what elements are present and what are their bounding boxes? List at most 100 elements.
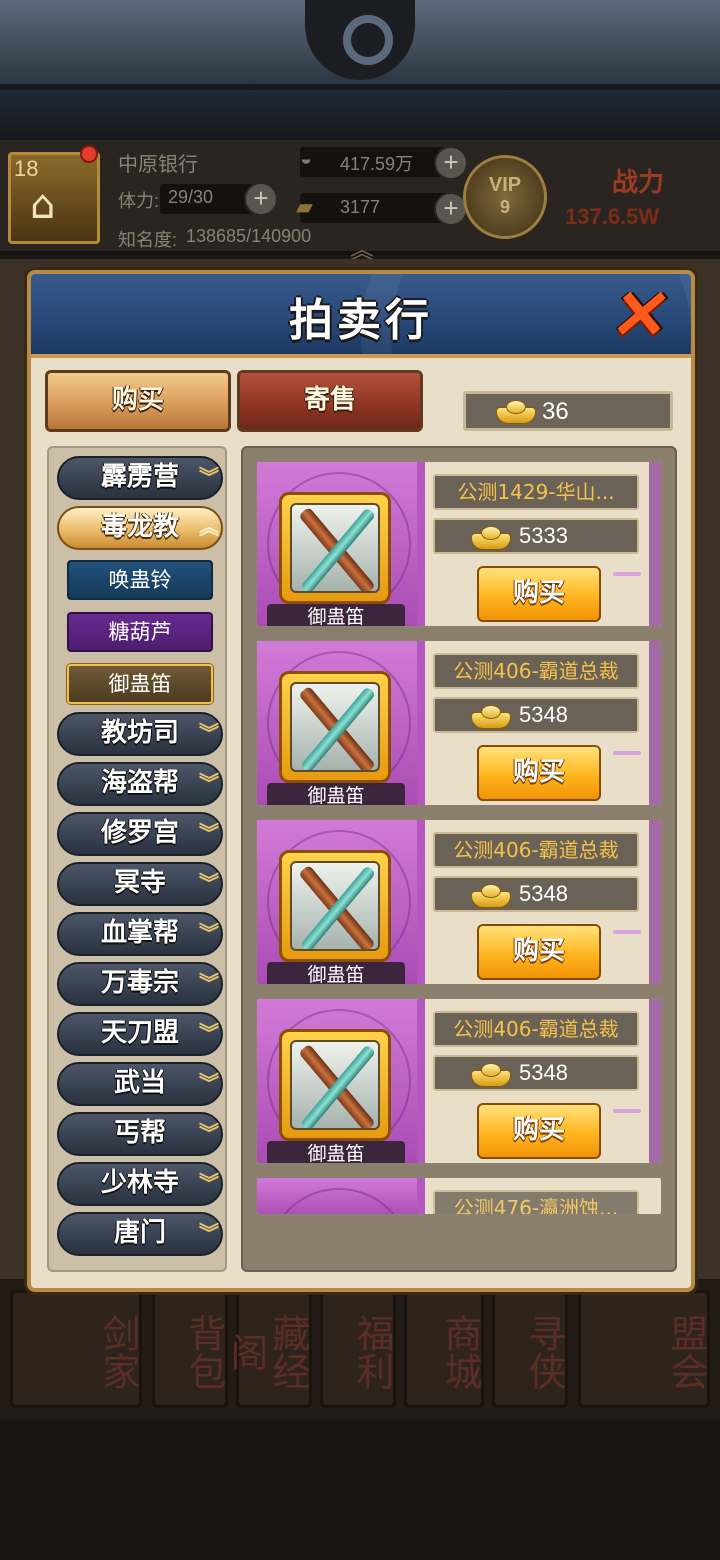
seller-name: 公测406-霸道总裁	[433, 653, 639, 689]
item-name: 御蛊笛	[267, 783, 405, 805]
chevron-down-icon: ︾	[199, 465, 219, 489]
add-silver-button[interactable]: +	[434, 146, 468, 180]
stamina-label: 体力:	[118, 191, 160, 211]
tab-sell[interactable]: 寄售	[237, 370, 423, 432]
item-name: 御蛊笛	[267, 604, 405, 626]
subcategory-item[interactable]: 唤蛊铃	[67, 560, 213, 600]
category-label: 海盗帮	[100, 768, 179, 798]
item-icon-frame[interactable]	[279, 671, 391, 783]
chevron-down-icon: ︾	[199, 1171, 219, 1195]
chevron-down-icon: ︾	[199, 1121, 219, 1145]
chevron-down-icon: ︾	[199, 1071, 219, 1095]
category-item[interactable]: 冥寺 ︾	[57, 862, 223, 906]
buy-button[interactable]: 购买	[477, 745, 601, 801]
flute-icon	[290, 682, 380, 772]
price-value: 5348	[519, 702, 568, 727]
item-art: 御蛊笛	[257, 820, 417, 984]
item-icon-frame[interactable]	[279, 850, 391, 962]
fame-label: 知名度:	[118, 230, 178, 250]
gold-balance: 36	[463, 391, 673, 431]
item-art: 御蛊笛	[257, 999, 417, 1163]
dialog-header: 拍卖行 ✕	[31, 274, 691, 358]
category-item[interactable]: 修罗宫 ︾	[57, 812, 223, 856]
chevron-up-icon: ︽	[199, 515, 219, 539]
price-value: 5333	[519, 523, 568, 548]
category-sidebar[interactable]: 霹雳营 ︾ 毒龙教 ︽ 唤蛊铃 糖葫芦 御蛊笛 教坊司 ︾ 海盗帮 ︾ 修罗宫 …	[47, 446, 227, 1272]
listing-card: 御蛊笛 公测406-霸道总裁 5348 购买	[255, 639, 663, 807]
combat-power-label: 战力	[612, 168, 665, 198]
gold-ingot-icon	[471, 884, 511, 908]
price-box: 5333	[433, 518, 639, 554]
gold-amount: 3177	[340, 197, 381, 217]
house-icon: ⌂	[30, 182, 56, 228]
flute-icon	[290, 503, 380, 593]
vip-label: VIP	[488, 174, 522, 196]
category-label: 毒龙教	[100, 512, 179, 542]
nav-shop[interactable]: 商城	[404, 1290, 484, 1408]
listing-card: 御蛊笛 公测406-霸道总裁 5348 购买	[255, 818, 663, 986]
category-item[interactable]: 唐门 ︾	[57, 1212, 223, 1256]
combat-power-value: 137.6.5W	[565, 204, 660, 229]
category-label: 唐门	[113, 1218, 166, 1248]
buy-button[interactable]: 购买	[477, 924, 601, 980]
tab-buy[interactable]: 购买	[45, 370, 231, 432]
listing-card: 御蛊笛 公测406-霸道总裁 5348 购买	[255, 997, 663, 1165]
category-label: 丐帮	[113, 1118, 166, 1148]
gold-ingot-icon	[496, 400, 536, 424]
chevron-down-icon: ︾	[199, 771, 219, 795]
price-box: 5348	[433, 697, 639, 733]
category-item[interactable]: 血掌帮 ︾	[57, 912, 223, 956]
nav-alliance[interactable]: 盟会	[578, 1290, 710, 1408]
category-label: 血掌帮	[100, 918, 179, 948]
category-item[interactable]: 霹雳营 ︾	[57, 456, 223, 500]
category-label: 修罗宫	[100, 818, 179, 848]
chevron-down-icon: ︾	[199, 1021, 219, 1045]
dialog-title: 拍卖行	[289, 295, 433, 346]
seller-name: 公测406-霸道总裁	[433, 832, 639, 868]
chevron-down-icon: ︾	[199, 821, 219, 845]
subcategory-item-selected[interactable]: 御蛊笛	[67, 664, 213, 704]
nav-sword-family[interactable]: 剑家	[10, 1290, 142, 1408]
player-name: 中原银行	[118, 154, 198, 176]
nav-welfare[interactable]: 福利	[320, 1290, 396, 1408]
flute-icon	[290, 1040, 380, 1130]
add-stamina-button[interactable]: +	[244, 182, 278, 216]
price-value: 5348	[519, 881, 568, 906]
seller-name: 公测1429-华山...	[433, 474, 639, 510]
buy-button[interactable]: 购买	[477, 1103, 601, 1159]
nav-library[interactable]: 藏经阁	[224, 1290, 312, 1408]
player-level: 18	[14, 156, 39, 181]
nav-seek-hero[interactable]: 寻侠	[492, 1290, 568, 1408]
chevron-down-icon: ︾	[199, 921, 219, 945]
close-icon[interactable]: ✕	[600, 277, 682, 353]
gold-balance-value: 36	[542, 398, 569, 425]
item-art: 御蛊笛	[257, 641, 417, 805]
item-icon-frame[interactable]	[279, 1029, 391, 1141]
category-label: 教坊司	[100, 718, 179, 748]
chevron-down-icon: ︾	[199, 971, 219, 995]
auction-dialog: 拍卖行 ✕ 购买 寄售 36 霹雳营 ︾ 毒龙教 ︽ 唤蛊铃 糖葫芦 御蛊笛 教…	[27, 270, 695, 1292]
bottom-background	[0, 1420, 720, 1560]
item-art: 御蛊笛	[257, 462, 417, 626]
category-item[interactable]: 教坊司 ︾	[57, 712, 223, 756]
silver-amount: 417.59万	[340, 154, 414, 174]
fame-value: 138685/140900	[186, 226, 312, 246]
gold-ingot-icon	[471, 1063, 511, 1087]
price-value: 5348	[519, 1060, 568, 1085]
category-item-expanded[interactable]: 毒龙教 ︽	[57, 506, 223, 550]
category-label: 霹雳营	[100, 462, 179, 492]
category-label: 武当	[113, 1068, 166, 1098]
category-item[interactable]: 万毒宗 ︾	[57, 962, 223, 1006]
item-icon-frame[interactable]	[279, 492, 391, 604]
category-item[interactable]: 天刀盟 ︾	[57, 1012, 223, 1056]
category-item[interactable]: 丐帮 ︾	[57, 1112, 223, 1156]
stamina-value: 29/30	[168, 187, 214, 207]
category-item[interactable]: 武当 ︾	[57, 1062, 223, 1106]
nav-backpack[interactable]: 背包	[152, 1290, 228, 1408]
category-item[interactable]: 少林寺 ︾	[57, 1162, 223, 1206]
vip-badge[interactable]: VIP 9	[463, 155, 547, 239]
category-item[interactable]: 海盗帮 ︾	[57, 762, 223, 806]
subcategory-item[interactable]: 糖葫芦	[67, 612, 213, 652]
buy-button[interactable]: 购买	[477, 566, 601, 622]
listing-panel[interactable]: 御蛊笛 公测1429-华山... 5333 购买 御蛊笛 公测406-霸道总裁 …	[241, 446, 677, 1272]
